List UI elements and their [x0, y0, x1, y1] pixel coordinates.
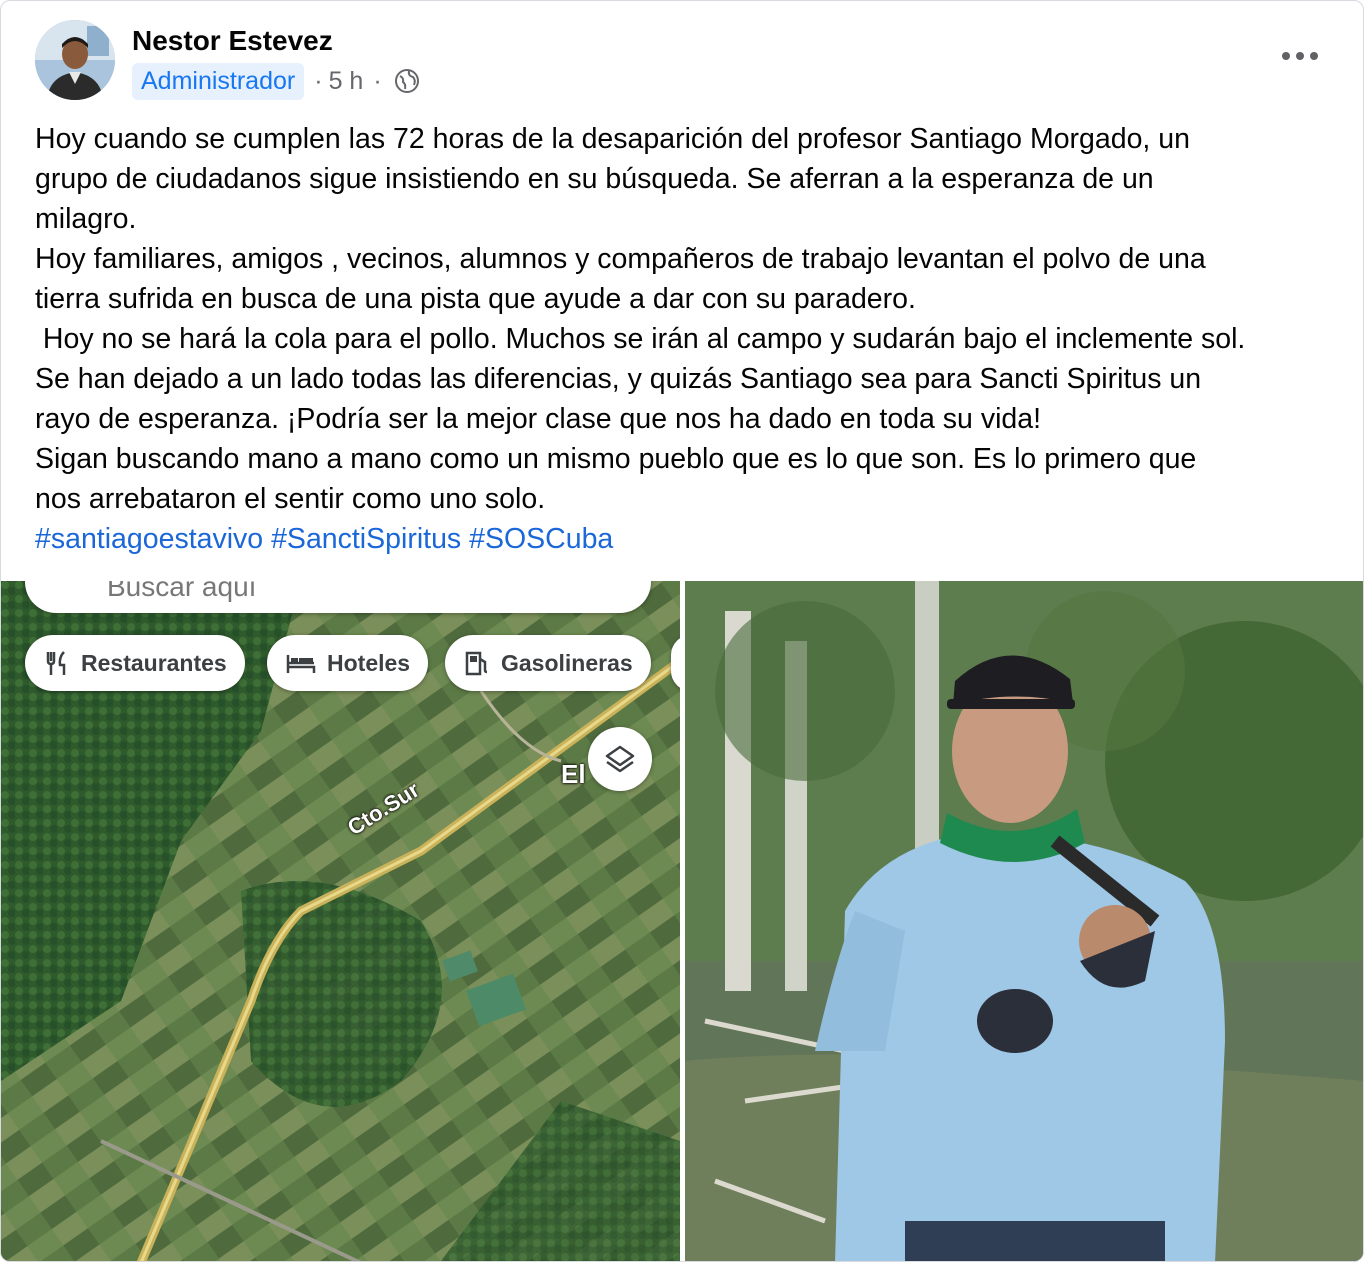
chip-label: Restaurantes [81, 649, 227, 676]
post-header: Nestor Estevez Administrador · 5 h · [1, 1, 1363, 111]
hashtag-link[interactable]: #santiagoestavivo [35, 523, 263, 555]
post-line: Se han dejado a un lado todas las difere… [35, 363, 1202, 395]
avatar-photo [35, 20, 115, 100]
gas-stations-chip[interactable]: Gasolineras [445, 635, 651, 691]
post-line: Hoy familiares, amigos , vecinos, alumno… [35, 243, 1206, 275]
globe-icon [394, 68, 420, 94]
map-screenshot-image[interactable]: Buscar aquí Restaurantes Hoteles Gasolin… [1, 581, 680, 1261]
hashtag-link[interactable]: #SanctiSpiritus [271, 523, 461, 555]
post-line: rayo de esperanza. ¡Podría ser la mejor … [35, 403, 1042, 435]
post-line: Hoy no se hará la cola para el pollo. Mu… [35, 323, 1246, 355]
post-line: Sigan buscando mano a mano como un mismo… [35, 443, 1197, 475]
map-place-label: El [561, 759, 586, 789]
more-dot [1310, 52, 1318, 60]
hashtags: #santiagoestavivo #SanctiSpiritus #SOSCu… [35, 519, 1340, 559]
meta-separator: · [373, 66, 382, 95]
role-badge[interactable]: Administrador [132, 62, 305, 100]
author-avatar[interactable] [35, 20, 115, 100]
author-name[interactable]: Nestor Estevez [132, 25, 333, 57]
chip-label: Gasolineras [501, 649, 633, 676]
more-options-button[interactable] [1275, 39, 1325, 73]
post-line: tierra sufrida en busca de una pista que… [35, 283, 916, 315]
hashtag-link[interactable]: #SOSCuba [469, 523, 613, 555]
facebook-post: Nestor Estevez Administrador · 5 h · Hoy… [0, 0, 1364, 1262]
more-dot [1296, 52, 1304, 60]
map-search-bar[interactable]: Buscar aquí [25, 581, 651, 613]
post-line: Hoy cuando se cumplen las 72 horas de la… [35, 123, 1190, 155]
post-line: nos arrebataron el sentir como uno solo. [35, 483, 546, 515]
post-meta: Administrador · 5 h · [132, 62, 420, 100]
person-photo [685, 581, 1363, 1261]
post-line: milagro. [35, 203, 137, 235]
post-text: Hoy cuando se cumplen las 72 horas de la… [35, 119, 1340, 559]
post-time[interactable]: 5 h [329, 67, 364, 96]
chip-label: Hoteles [327, 649, 411, 676]
gas-pump-icon [465, 651, 488, 676]
post-media: Buscar aquí Restaurantes Hoteles Gasolin… [1, 581, 1363, 1261]
layers-button[interactable] [588, 727, 652, 791]
person-photo-image[interactable] [685, 581, 1363, 1261]
restaurants-chip[interactable]: Restaurantes [25, 635, 245, 691]
layers-icon [605, 745, 635, 773]
meta-separator: · [314, 66, 323, 95]
hotels-chip[interactable]: Hoteles [267, 635, 429, 691]
more-horizontal-icon [1282, 52, 1290, 60]
post-line: grupo de ciudadanos sigue insistiendo en… [35, 163, 1154, 195]
map-search-placeholder: Buscar aquí [107, 581, 257, 602]
fork-knife-icon [46, 651, 66, 675]
bed-icon [286, 655, 316, 673]
